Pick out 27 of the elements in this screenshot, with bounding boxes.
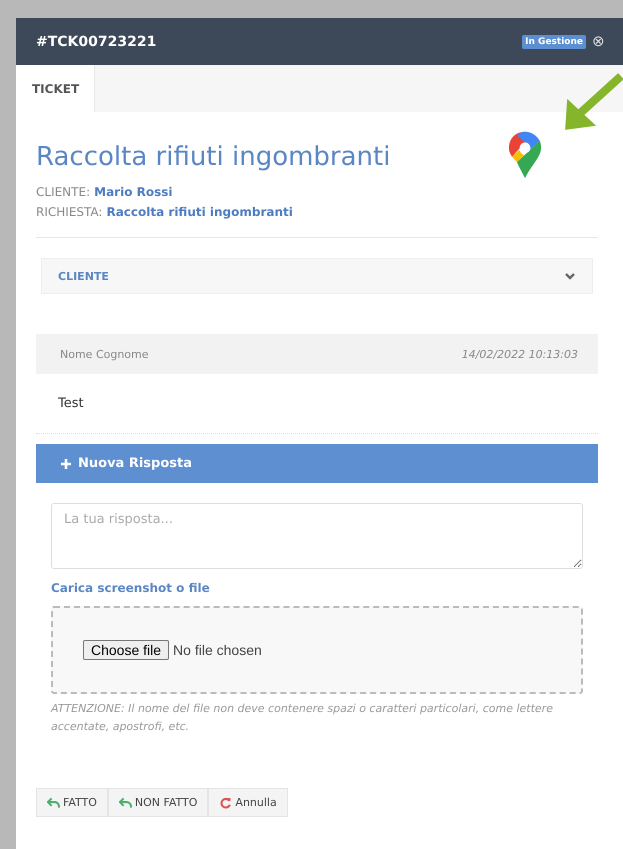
status-badge: In Gestione <box>522 34 586 48</box>
field-label: RICHIESTA: <box>36 205 102 219</box>
file-status: No file chosen <box>173 642 262 658</box>
field-value: Mario Rossi <box>94 185 172 199</box>
warning-text: ATTENZIONE: Il nome del file non deve contenere spazi o caratteri particolari, come lettere accentate, apostrofi, etc. <box>51 701 554 735</box>
reply-icon <box>47 796 60 808</box>
action-button[interactable]: NON FATTO <box>108 788 208 817</box>
file-drop-area[interactable]: Choose file No file chosen <box>51 606 583 694</box>
choose-file-button[interactable]: Choose file <box>83 640 170 660</box>
map-pin-icon[interactable] <box>507 130 543 180</box>
action-button[interactable]: FATTO <box>36 788 108 817</box>
upload-label: Carica screenshot o file <box>51 581 211 595</box>
message-time: 14/02/2022 10:13:03 <box>462 348 578 360</box>
reply-icon <box>118 796 132 808</box>
new-reply-label: Nuova Risposta <box>78 456 192 471</box>
ticket-title: Raccolta rifiuti ingombranti <box>36 142 390 172</box>
action-button[interactable]: Annulla <box>208 788 288 817</box>
close-button[interactable]: ⊗ <box>586 34 605 49</box>
window-title: #TCK00723221 <box>36 34 158 50</box>
undo-icon <box>219 796 232 808</box>
reply-field[interactable]: La tua risposta... <box>51 503 583 569</box>
field-label: CLIENTE: <box>36 185 90 199</box>
plus-icon <box>60 458 72 470</box>
field-value: Raccolta rifiuti ingombranti <box>106 205 293 219</box>
message-author: Nome Cognome <box>60 348 149 360</box>
tab[interactable]: TICKET <box>16 65 95 112</box>
message-body: Test <box>36 374 598 434</box>
